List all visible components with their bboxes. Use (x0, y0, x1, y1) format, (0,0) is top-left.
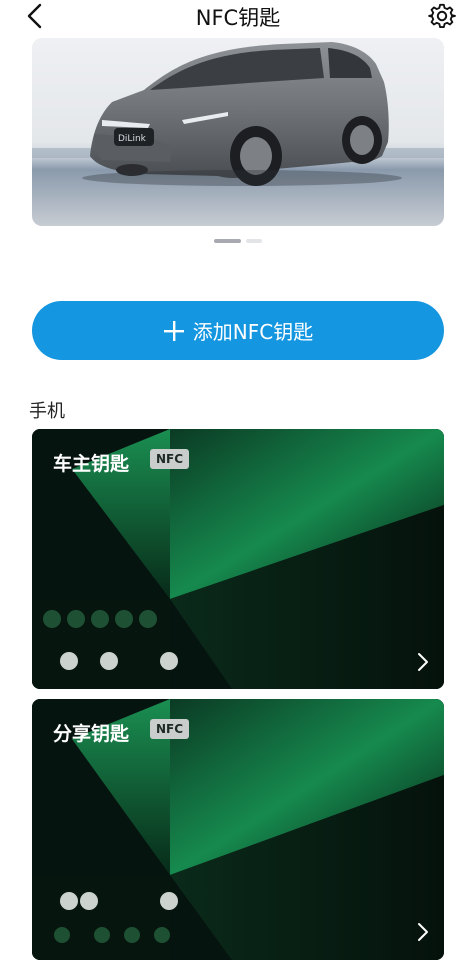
carousel-dot-active[interactable] (214, 239, 241, 243)
add-nfc-key-label: 添加NFC钥匙 (192, 320, 314, 344)
section-title-phone: 手机 (29, 401, 65, 422)
add-nfc-key-button[interactable]: 添加NFC钥匙 (32, 301, 444, 360)
chevron-right-icon (418, 653, 428, 671)
carousel-dot[interactable] (246, 239, 262, 243)
nfc-badge: NFC (150, 449, 190, 469)
plus-icon (163, 320, 184, 341)
card-title-share-key: 分享钥匙 (53, 723, 130, 745)
owner-key-card[interactable]: 车主钥匙 NFC (32, 429, 444, 689)
dilink-screen-text: DiLink (118, 134, 147, 144)
header-bar: NFC钥匙 (0, 0, 476, 34)
nfc-badge: NFC (150, 719, 190, 739)
car-banner-image[interactable]: DiLink (32, 38, 444, 226)
card-title-owner-key: 车主钥匙 (53, 453, 130, 475)
gear-icon[interactable] (428, 2, 456, 30)
watermark-text: 汽车 (452, 942, 474, 955)
chevron-right-icon (418, 923, 428, 941)
share-key-card[interactable]: 分享钥匙 NFC (32, 699, 444, 960)
carousel-indicator (0, 239, 476, 245)
page-title: NFC钥匙 (195, 6, 281, 30)
